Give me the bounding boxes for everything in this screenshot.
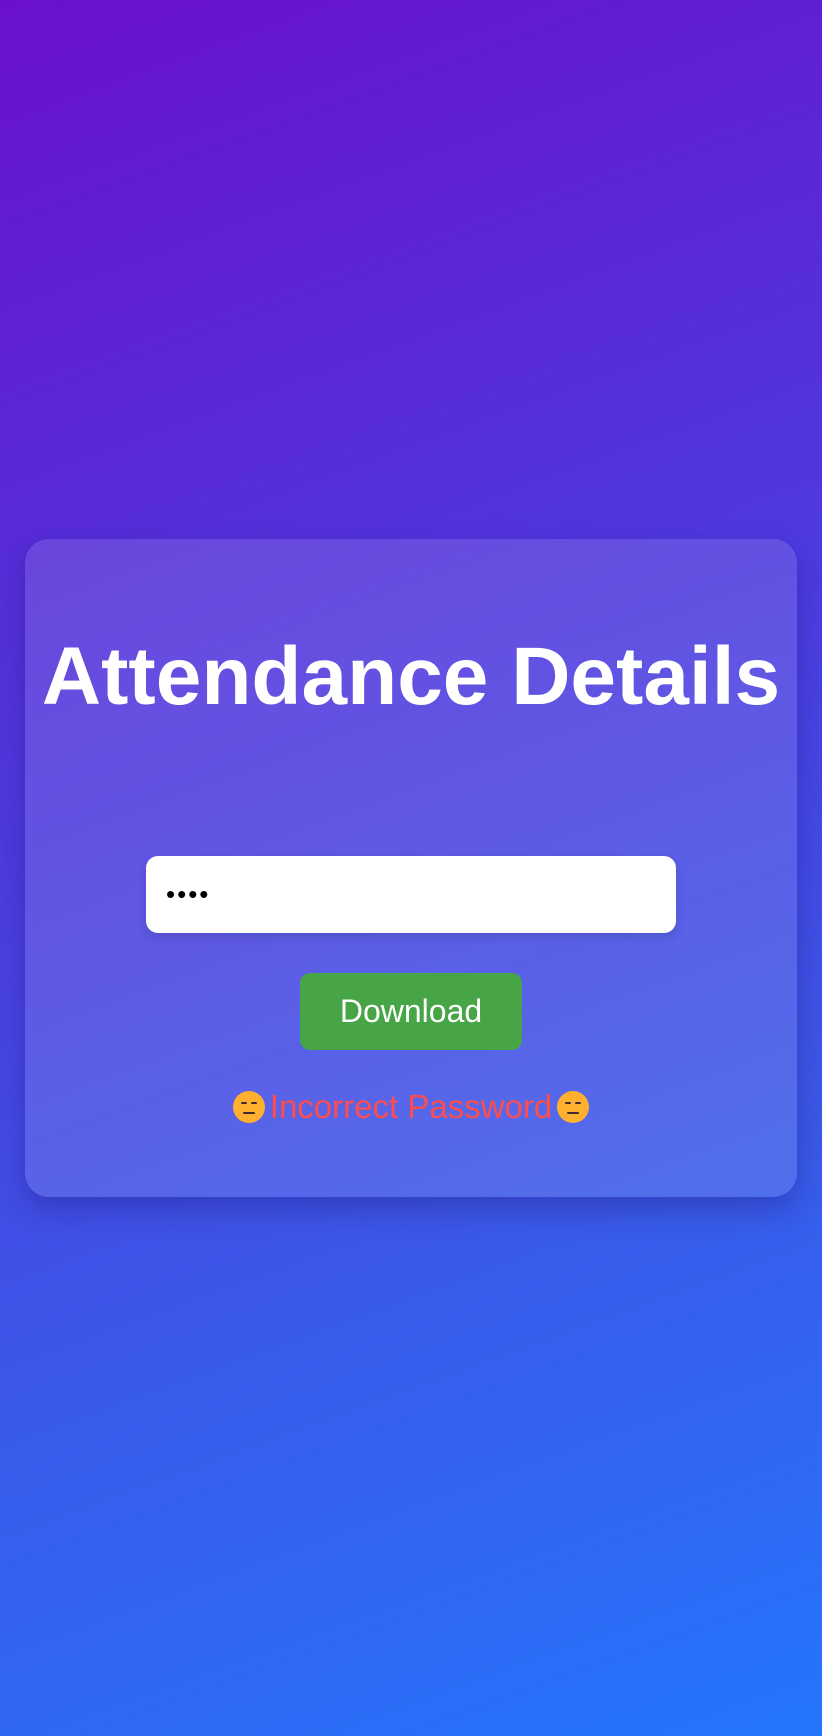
expressionless-face-icon <box>232 1091 265 1123</box>
page-title: Attendance Details <box>41 631 781 722</box>
error-text: Incorrect Password <box>269 1088 553 1125</box>
attendance-card: Attendance Details Download Incorrect Pa… <box>25 539 797 1197</box>
expressionless-face-icon <box>557 1091 590 1123</box>
download-button[interactable]: Download <box>300 973 522 1050</box>
password-input[interactable] <box>146 856 676 933</box>
error-message: Incorrect Password <box>25 1087 797 1127</box>
